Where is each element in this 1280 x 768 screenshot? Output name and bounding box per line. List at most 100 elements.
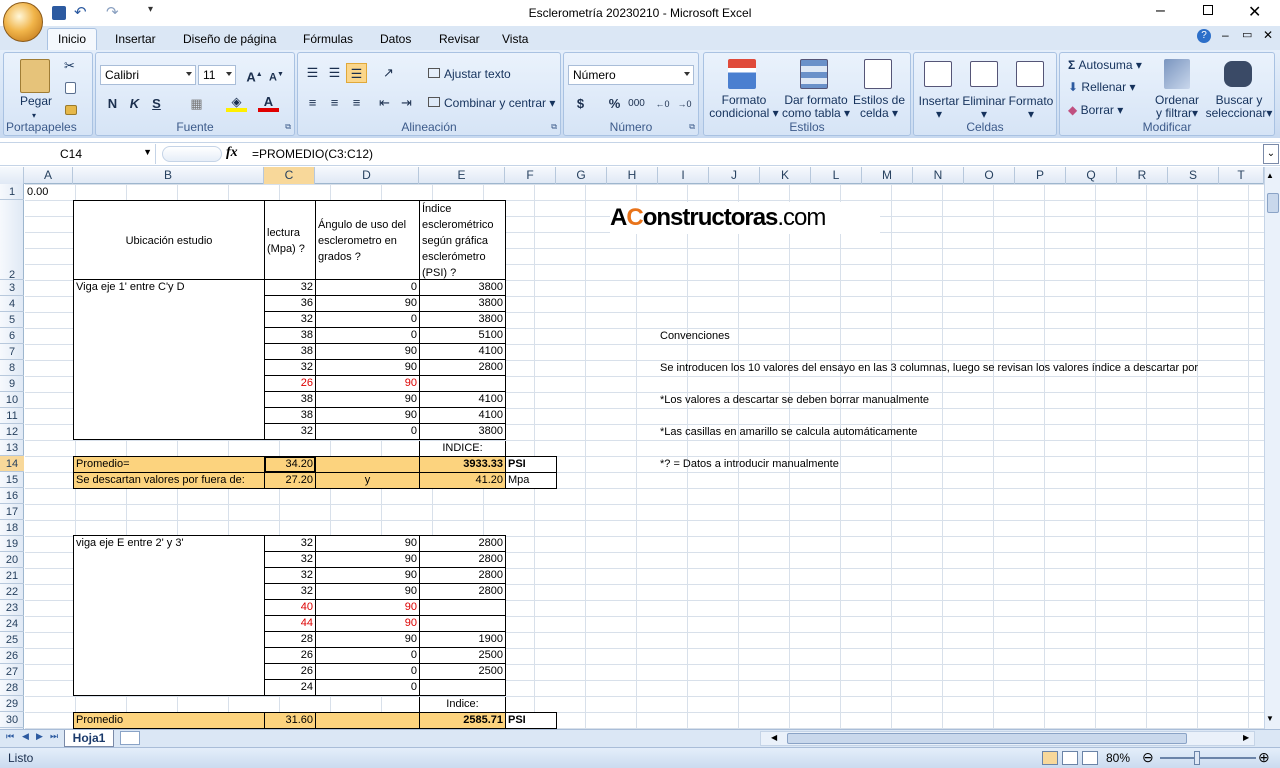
- tab-formulas[interactable]: Fórmulas: [303, 32, 353, 46]
- row-header[interactable]: 13: [0, 440, 24, 456]
- block1-descartan-e[interactable]: 41.20: [419, 472, 506, 489]
- row-header[interactable]: 25: [0, 632, 24, 648]
- scroll-down-button[interactable]: ▼: [1266, 714, 1274, 723]
- insert-sheet-icon[interactable]: [120, 731, 140, 745]
- zoom-slider-thumb[interactable]: [1194, 751, 1200, 765]
- block2-cell-e[interactable]: 2800: [419, 583, 506, 600]
- font-size-select[interactable]: 11: [198, 65, 236, 85]
- font-color-icon[interactable]: A: [258, 94, 279, 112]
- decrease-indent-icon[interactable]: ⇤: [374, 93, 395, 113]
- sheet-next-icon[interactable]: ▶: [36, 731, 43, 742]
- block2-cell-e[interactable]: [419, 599, 506, 616]
- block2-cell-e[interactable]: 2800: [419, 567, 506, 584]
- block1-cell-e[interactable]: 2800: [419, 359, 506, 376]
- block1-cell-c[interactable]: 26: [264, 375, 316, 392]
- header-ubicacion[interactable]: Ubicación estudio: [73, 200, 265, 280]
- zoom-level[interactable]: 80%: [1106, 751, 1130, 765]
- sort-filter-button[interactable]: Ordenar y filtrar▾: [1148, 94, 1206, 120]
- block2-promedio-e[interactable]: 2585.71: [419, 712, 506, 729]
- block2-cell-c[interactable]: 44: [264, 615, 316, 632]
- format-as-table-button[interactable]: Dar formato como tabla ▾: [780, 94, 852, 120]
- block2-cell-c[interactable]: 24: [264, 679, 316, 696]
- align-center-icon[interactable]: ≡: [324, 93, 345, 113]
- column-header[interactable]: T: [1219, 167, 1264, 184]
- hscroll-thumb[interactable]: [787, 733, 1187, 744]
- align-top-icon[interactable]: ☰: [302, 63, 323, 83]
- block2-cell-e[interactable]: 2800: [419, 535, 506, 552]
- row-header[interactable]: 19: [0, 536, 24, 552]
- block1-cell-e[interactable]: 4100: [419, 343, 506, 360]
- borders-icon[interactable]: ▦: [186, 94, 207, 114]
- block1-promedio-label[interactable]: Promedio=: [73, 456, 265, 473]
- select-all-corner[interactable]: [0, 167, 24, 184]
- block1-mpa-unit[interactable]: Mpa: [505, 472, 557, 489]
- sheet-last-icon[interactable]: ⏭: [50, 731, 58, 742]
- block1-cell-e[interactable]: 3800: [419, 423, 506, 440]
- block1-cell-d[interactable]: 90: [315, 375, 420, 392]
- hscroll-right-button[interactable]: ▶: [1243, 733, 1249, 742]
- block2-location[interactable]: viga eje E entre 2' y 3': [73, 535, 265, 696]
- tab-datos[interactable]: Datos: [380, 32, 411, 46]
- block2-cell-c[interactable]: 32: [264, 535, 316, 552]
- vertical-scrollbar[interactable]: ▲ ▼: [1264, 167, 1280, 729]
- block1-cell-e[interactable]: [419, 375, 506, 392]
- zoom-slider[interactable]: [1160, 757, 1256, 759]
- block2-cell-c[interactable]: 26: [264, 663, 316, 680]
- note-convenciones[interactable]: Convenciones: [658, 329, 732, 343]
- paste-button[interactable]: Pegar: [16, 95, 56, 108]
- column-header[interactable]: P: [1015, 167, 1066, 184]
- block2-cell-c[interactable]: 28: [264, 631, 316, 648]
- number-format-select[interactable]: Número: [568, 65, 694, 85]
- restore-button[interactable]: [1203, 5, 1213, 15]
- wrap-text-button[interactable]: Ajustar texto: [428, 68, 511, 81]
- percent-icon[interactable]: %: [604, 94, 625, 114]
- worksheet-grid[interactable]: 0.00 Ubicación estudio lectura (Mpa) ? Á…: [25, 184, 1264, 729]
- column-header[interactable]: Q: [1066, 167, 1117, 184]
- block1-cell-e[interactable]: 4100: [419, 407, 506, 424]
- block1-cell-e[interactable]: 3800: [419, 295, 506, 312]
- row-header[interactable]: 7: [0, 344, 24, 360]
- sheet-tab-hoja1[interactable]: Hoja1: [64, 730, 114, 747]
- thousands-icon[interactable]: 000: [626, 94, 647, 114]
- number-dialog-launcher-icon[interactable]: ⧉: [689, 122, 695, 132]
- format-painter-icon[interactable]: [65, 105, 77, 115]
- name-box[interactable]: C14 ▼: [2, 144, 156, 164]
- formula-bar-expand-icon[interactable]: ⌄: [1263, 144, 1279, 164]
- row-header[interactable]: 29: [0, 696, 24, 712]
- workbook-close-button[interactable]: ✕: [1263, 28, 1273, 42]
- page-break-view-icon[interactable]: [1082, 751, 1098, 765]
- header-indice[interactable]: Índice esclerométrico según gráfica escl…: [419, 200, 506, 280]
- cell-styles-button[interactable]: Estilos de celda ▾: [850, 94, 908, 120]
- tab-revisar[interactable]: Revisar: [439, 32, 480, 46]
- block2-cell-d[interactable]: 90: [315, 631, 420, 648]
- column-header[interactable]: H: [607, 167, 658, 184]
- align-bottom-icon[interactable]: ☰: [346, 63, 367, 83]
- name-box-dropdown-icon[interactable]: ▼: [143, 147, 152, 157]
- block2-cell-d[interactable]: 90: [315, 535, 420, 552]
- block1-cell-c[interactable]: 32: [264, 359, 316, 376]
- column-header[interactable]: I: [658, 167, 709, 184]
- row-header[interactable]: 23: [0, 600, 24, 616]
- block2-indice-label[interactable]: Indice:: [419, 697, 506, 713]
- decrease-font-icon[interactable]: A▼: [266, 65, 287, 85]
- row-header[interactable]: 21: [0, 568, 24, 584]
- note-descartar[interactable]: *Los valores a descartar se deben borrar…: [658, 393, 931, 407]
- column-header[interactable]: L: [811, 167, 862, 184]
- page-layout-view-icon[interactable]: [1062, 751, 1078, 765]
- block2-cell-d[interactable]: 90: [315, 583, 420, 600]
- block1-promedio-e[interactable]: 3933.33: [419, 456, 506, 473]
- block2-promedio-d[interactable]: [315, 712, 420, 729]
- block2-cell-c[interactable]: 26: [264, 647, 316, 664]
- align-middle-icon[interactable]: ☰: [324, 63, 345, 83]
- row-header[interactable]: 12: [0, 424, 24, 440]
- block1-psi-unit[interactable]: PSI: [505, 456, 557, 473]
- zoom-in-icon[interactable]: ⊕: [1258, 749, 1270, 766]
- block1-cell-e[interactable]: 3800: [419, 311, 506, 328]
- block1-promedio-d[interactable]: [315, 456, 420, 473]
- row-header[interactable]: 22: [0, 584, 24, 600]
- function-icon[interactable]: fx: [226, 145, 238, 161]
- block1-cell-c[interactable]: 32: [264, 423, 316, 440]
- tab-inicio[interactable]: Inicio: [47, 28, 97, 50]
- block1-cell-c[interactable]: 36: [264, 295, 316, 312]
- formula-expand-handle[interactable]: [162, 146, 222, 162]
